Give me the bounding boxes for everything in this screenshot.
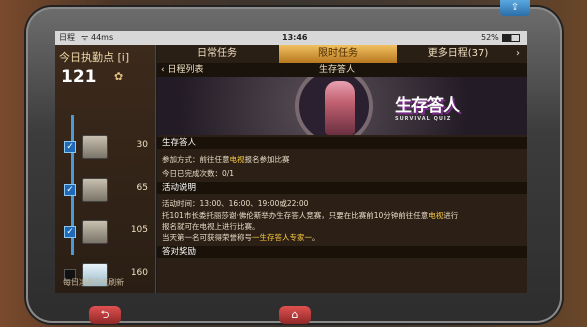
- refresh-note: 每日凌晨3点刷新: [63, 278, 125, 287]
- reward-threshold: 105: [130, 225, 148, 235]
- tab-more[interactable]: 更多日程(37): [403, 45, 513, 63]
- section-description: 活动说明: [157, 182, 527, 194]
- wifi-icon: ᯤ: [81, 33, 89, 42]
- reward-chest-icon[interactable]: [82, 220, 108, 244]
- upload-button[interactable]: ⇪: [500, 0, 530, 16]
- reward-threshold: 30: [136, 140, 148, 150]
- status-bar: 日程 ᯤ 44ms 13:46 52%: [55, 31, 527, 45]
- info-button[interactable]: [i]: [118, 51, 130, 64]
- event-details: 生存答人 参加方式：前往任意电视报名参加比赛 今日已完成次数：0/1 活动说明 …: [157, 135, 527, 293]
- reward-row[interactable]: ✓ 65: [64, 176, 152, 206]
- reward-row[interactable]: ✓ 30: [64, 133, 152, 163]
- duty-points: 121: [61, 67, 97, 87]
- carrier-label: 日程: [59, 33, 75, 42]
- battery-icon: [502, 34, 520, 42]
- event-name: 生存答人: [157, 137, 527, 149]
- tab-limited[interactable]: 限时任务: [279, 45, 397, 63]
- home-button[interactable]: ⌂: [279, 306, 311, 324]
- tab-daily[interactable]: 日常任务: [157, 45, 277, 63]
- phone-screen: 日程 ᯤ 44ms 13:46 52% 今日执勤点 [i] 121 ✿ ✓ 30 …: [55, 31, 527, 293]
- event-desc-3: 当天第一名可获得荣誉称号一生存答人专家一。: [162, 233, 320, 242]
- back-button[interactable]: ⮌: [89, 306, 121, 324]
- duty-title: 今日执勤点 [i]: [59, 51, 130, 64]
- ping-label: 44ms: [91, 33, 114, 42]
- reward-chest-icon[interactable]: [82, 178, 108, 202]
- reward-row[interactable]: ✓ 105: [64, 218, 152, 248]
- back-to-list[interactable]: ‹ 日程列表: [161, 63, 203, 77]
- reward-chest-icon[interactable]: [82, 135, 108, 159]
- task-tabs: 日常任务 限时任务 更多日程(37) ›: [157, 45, 527, 63]
- battery-label: 52%: [481, 33, 499, 42]
- points-icon: ✿: [114, 70, 124, 83]
- reward-threshold: 160: [130, 268, 148, 278]
- event-time: 活动时间：13:00、16:00、19:00或22:00: [162, 199, 309, 208]
- reward-threshold: 65: [136, 183, 148, 193]
- check-icon: ✓: [64, 184, 76, 196]
- duty-panel: 今日执勤点 [i] 121 ✿ ✓ 30 ✓ 65 ✓ 105 160 每日凌晨3点刷…: [55, 45, 156, 293]
- sub-header: ‹ 日程列表 生存答人: [157, 63, 527, 77]
- event-banner: 生存答人 SURVIVAL QUIZ: [157, 77, 527, 135]
- chevron-right-icon[interactable]: ›: [509, 45, 527, 63]
- character-image: [325, 81, 355, 135]
- page-title: 生存答人: [319, 65, 356, 75]
- check-icon: ✓: [64, 141, 76, 153]
- check-icon: ✓: [64, 226, 76, 238]
- event-desc-1: 托101市长委托丽莎谢·佛伦斯举办生存答人竞赛，只要在比赛前10分钟前往任意电视…: [162, 211, 459, 220]
- event-desc-2: 报名就可在电视上进行比赛。: [162, 222, 260, 231]
- section-rewards: 答对奖励: [157, 246, 527, 258]
- clock: 13:46: [282, 33, 308, 42]
- event-logo: 生存答人 SURVIVAL QUIZ: [395, 96, 460, 122]
- completion-count: 今日已完成次数：0/1: [162, 169, 235, 178]
- join-method: 参加方式：前往任意电视报名参加比赛: [162, 155, 290, 164]
